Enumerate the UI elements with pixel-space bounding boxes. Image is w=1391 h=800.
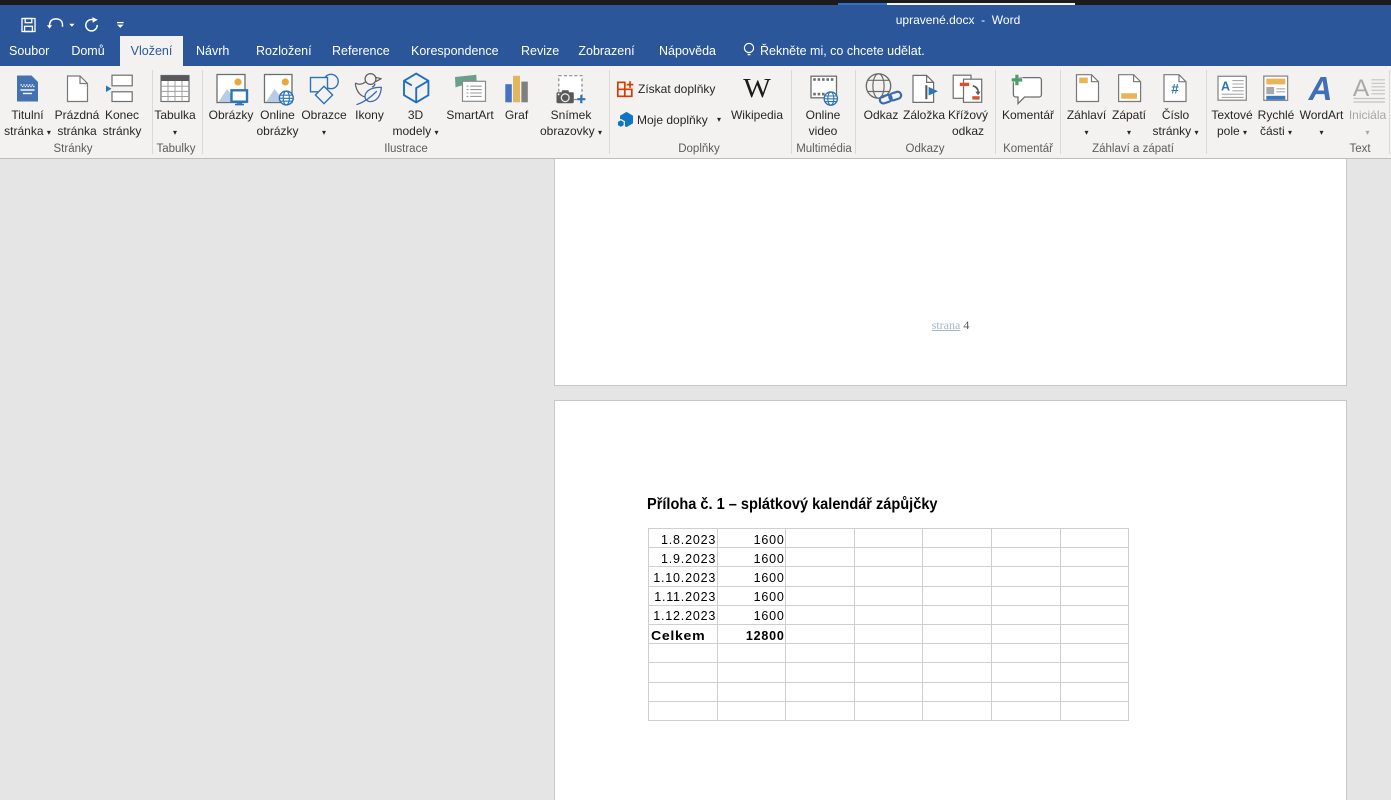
svg-text:W: W <box>743 74 771 104</box>
svg-text:A: A <box>1308 70 1333 107</box>
svg-text:#: # <box>1171 82 1179 97</box>
svg-text:A: A <box>1221 80 1230 94</box>
